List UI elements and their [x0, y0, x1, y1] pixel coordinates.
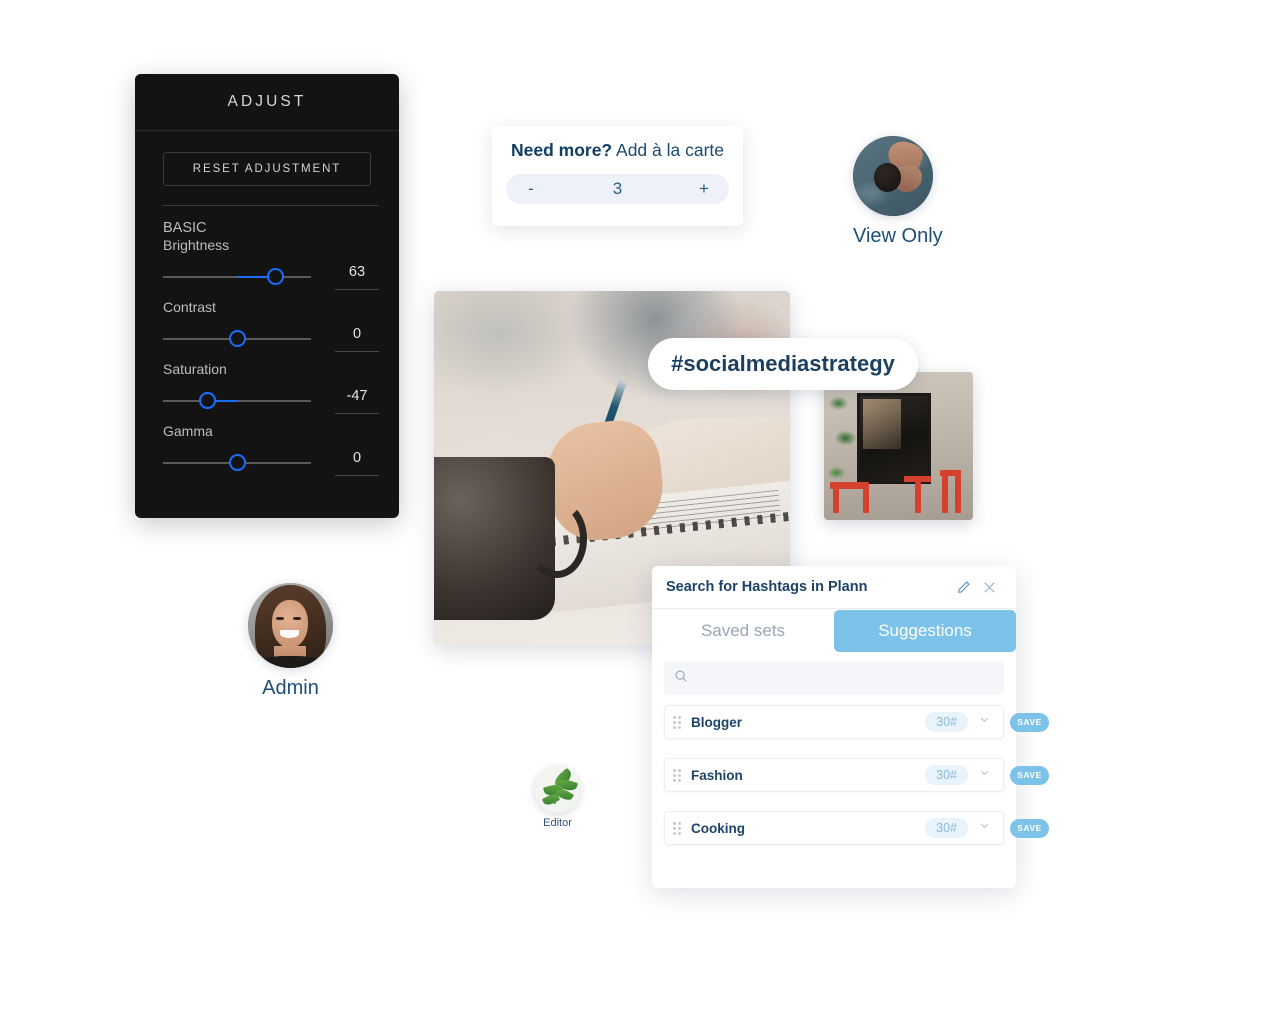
mug-handle-shape	[526, 499, 588, 578]
need-more-card: Need more? Add à la carte - 3 +	[492, 126, 743, 226]
slider-group-gamma: Gamma 0	[163, 423, 399, 476]
drag-handle-icon[interactable]	[673, 715, 681, 729]
slider-label-gamma: Gamma	[163, 423, 213, 439]
chair-leg	[955, 475, 962, 513]
adjust-panel: ADJUST RESET ADJUSTMENT BASIC Brightness…	[135, 74, 399, 518]
slider-value-contrast: 0	[335, 326, 379, 352]
table-leg	[914, 481, 921, 513]
save-button[interactable]: SAVE	[1010, 765, 1049, 785]
screenshot-stage: ADJUST RESET ADJUSTMENT BASIC Brightness…	[0, 0, 1288, 1036]
eye-right	[293, 617, 301, 620]
hashtag-set-name: Fashion	[691, 767, 743, 783]
slider-value-brightness: 63	[335, 264, 379, 290]
page-title: ADJUST	[227, 93, 307, 110]
editor-user[interactable]: Editor	[534, 766, 581, 829]
avatar[interactable]	[534, 766, 581, 813]
need-more-heading-rest: Add à la carte	[612, 140, 725, 160]
slider-group-brightness: Brightness 63	[163, 237, 399, 290]
list-item[interactable]: Fashion 30# SAVE	[664, 758, 1049, 792]
clothing-shape	[259, 656, 322, 668]
basic-section-label: BASIC	[163, 220, 207, 236]
reset-adjustment-button[interactable]: RESET ADJUSTMENT	[163, 152, 371, 186]
slider-list: BASIC Brightness 63 Contrast 0 Saturatio…	[135, 220, 399, 485]
pencil-icon[interactable]	[950, 580, 976, 595]
editor-label: Editor	[543, 817, 572, 829]
save-button[interactable]: SAVE	[1010, 712, 1049, 732]
plant-right	[928, 390, 973, 517]
red-bench	[829, 481, 869, 489]
admin-user[interactable]: Admin	[248, 583, 333, 700]
slider-label-saturation: Saturation	[163, 361, 227, 377]
hashtag-set-name: Cooking	[691, 820, 745, 836]
drag-handle-icon[interactable]	[673, 821, 681, 835]
chevron-down-icon[interactable]	[978, 766, 991, 784]
need-more-heading: Need more? Add à la carte	[506, 140, 729, 161]
avatar[interactable]	[853, 136, 933, 216]
red-table-top	[904, 475, 932, 482]
search-input[interactable]	[696, 670, 994, 686]
red-chair-back	[940, 469, 962, 476]
slider-track-saturation[interactable]	[163, 392, 311, 409]
chair-leg	[941, 475, 948, 513]
tab-suggestions[interactable]: Suggestions	[834, 610, 1016, 652]
close-icon[interactable]	[976, 580, 1002, 595]
slider-value-gamma: 0	[335, 450, 379, 476]
chevron-down-icon[interactable]	[978, 713, 991, 731]
stepper-value: 3	[612, 179, 623, 198]
view-only-user[interactable]: View Only	[853, 136, 943, 248]
tab-saved-sets[interactable]: Saved sets	[652, 609, 834, 653]
stepper-increment-button[interactable]: +	[695, 179, 713, 199]
bench-leg	[832, 488, 839, 513]
divider	[163, 205, 379, 206]
admin-label: Admin	[262, 677, 319, 699]
hashtag-search-panel: Search for Hashtags in Plann Saved sets …	[652, 566, 1049, 888]
hashtag-panel-title: Search for Hashtags in Plann	[666, 579, 868, 595]
hashtag-chip[interactable]: #socialmediastrategy	[648, 338, 918, 390]
hashtag-panel-tabs: Saved sets Suggestions	[652, 609, 1016, 653]
need-more-heading-bold: Need more?	[510, 140, 613, 160]
swimmer-head	[873, 163, 901, 192]
slider-group-contrast: Contrast 0	[163, 299, 399, 352]
chevron-down-icon[interactable]	[978, 819, 991, 837]
hashtag-search-field[interactable]	[664, 661, 1004, 695]
slider-track-contrast[interactable]	[163, 330, 311, 347]
avatar[interactable]	[248, 583, 333, 668]
slider-thumb-saturation[interactable]	[198, 392, 216, 409]
hashtag-panel-header: Search for Hashtags in Plann	[652, 566, 1016, 609]
stepper-decrement-button[interactable]: -	[522, 179, 540, 199]
slider-label-brightness: Brightness	[163, 237, 230, 253]
hashtag-count-badge: 30#	[925, 712, 968, 732]
slider-value-saturation: -47	[335, 388, 379, 414]
slider-thumb-gamma[interactable]	[228, 454, 246, 471]
slider-thumb-contrast[interactable]	[228, 330, 246, 347]
hashtag-list: Blogger 30# SAVE Fashion 30# SAVE Cookin…	[652, 705, 1049, 845]
slider-track-gamma[interactable]	[163, 454, 311, 471]
window-reflection	[862, 398, 902, 449]
list-item[interactable]: Cooking 30# SAVE	[664, 811, 1049, 845]
save-button[interactable]: SAVE	[1010, 818, 1049, 838]
slider-track-brightness[interactable]	[163, 268, 311, 285]
drag-handle-icon[interactable]	[673, 768, 681, 782]
list-item[interactable]: Blogger 30# SAVE	[664, 705, 1049, 739]
post-photo-cafe[interactable]	[824, 372, 973, 520]
slider-label-contrast: Contrast	[163, 299, 216, 315]
bench-leg	[862, 488, 869, 513]
hashtag-set-name: Blogger	[691, 714, 743, 730]
adjust-panel-header: ADJUST	[135, 74, 399, 131]
hashtag-count-badge: 30#	[925, 818, 968, 838]
slider-group-saturation: Saturation -47	[163, 361, 399, 414]
quantity-stepper: - 3 +	[506, 174, 729, 204]
face-shape	[271, 600, 309, 648]
view-only-label: View Only	[853, 225, 943, 247]
search-icon	[674, 669, 688, 688]
slider-thumb-brightness[interactable]	[266, 268, 284, 285]
eye-left	[276, 617, 284, 620]
hashtag-count-badge: 30#	[925, 765, 968, 785]
